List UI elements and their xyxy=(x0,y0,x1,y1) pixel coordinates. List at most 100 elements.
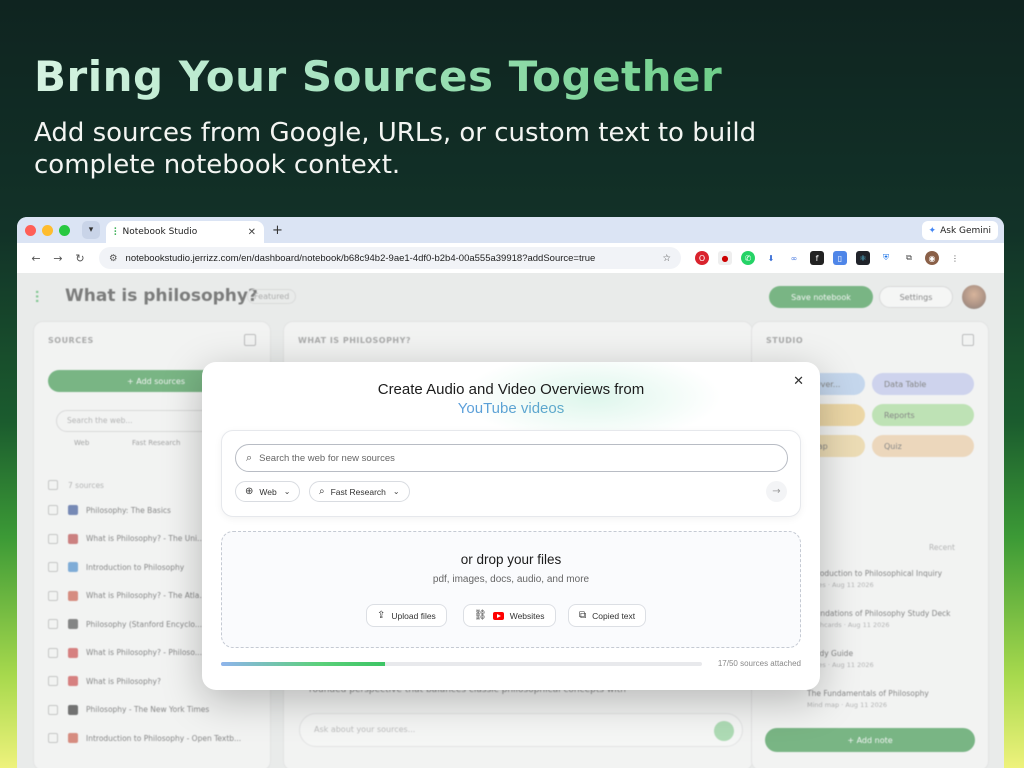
checkbox[interactable] xyxy=(48,533,58,544)
whatsapp-extension-icon[interactable]: ✆ xyxy=(741,251,755,265)
checkbox[interactable] xyxy=(48,733,58,744)
fx-extension-icon[interactable]: f xyxy=(810,251,824,265)
tab-search-button[interactable]: ▾ xyxy=(82,221,100,239)
back-arrow-icon[interactable]: ← xyxy=(25,252,47,265)
gemini-sparkle-icon: ✦ xyxy=(928,225,937,236)
websites-button[interactable]: ⛓ Websites xyxy=(463,604,556,627)
sources-progress-label: 17/50 sources attached xyxy=(717,659,801,668)
url-text: notebookstudio.jerrizz.com/en/dashboard/… xyxy=(125,252,596,264)
source-favicon-icon xyxy=(68,676,78,687)
chevron-down-icon: ⌄ xyxy=(283,487,291,496)
source-label: Introduction to Philosophy xyxy=(86,562,185,572)
new-tab-button[interactable]: + xyxy=(272,223,283,238)
tab-title: Notebook Studio xyxy=(122,227,198,237)
profile-avatar-icon[interactable]: ◉ xyxy=(925,251,939,265)
chevron-down-icon: ⌄ xyxy=(392,487,400,496)
search-icon: ⌕ xyxy=(319,486,325,497)
close-window-button[interactable] xyxy=(25,224,36,236)
web-search-box[interactable]: ⌕ xyxy=(235,444,788,472)
studio-chip-data-table[interactable]: Data Table xyxy=(872,373,974,395)
link-icon: ⛓ xyxy=(474,610,487,621)
note-meta: Mind map · Aug 11 2026 xyxy=(807,701,888,709)
send-button[interactable] xyxy=(714,721,734,741)
studio-note-item[interactable]: Foundations of Philosophy Study Deck Flas… xyxy=(807,609,951,629)
source-favicon-icon xyxy=(68,733,78,744)
sources-web-chip[interactable]: Web xyxy=(74,439,89,447)
add-note-button[interactable]: + Add note xyxy=(765,728,975,752)
checkbox[interactable] xyxy=(48,480,58,490)
submit-search-button[interactable]: → xyxy=(766,481,787,502)
settings-button[interactable]: Settings xyxy=(879,286,953,308)
source-favicon-icon xyxy=(68,704,78,715)
upload-files-button[interactable]: ⇪ Upload files xyxy=(366,604,447,627)
web-source-label: Web xyxy=(259,486,277,497)
chat-input[interactable]: Ask about your sources... xyxy=(299,713,743,747)
checkbox[interactable] xyxy=(48,590,58,601)
select-all-label: 7 sources xyxy=(68,480,104,490)
opera-extension-icon[interactable]: O xyxy=(695,251,709,265)
checkbox[interactable] xyxy=(48,562,58,573)
reload-icon[interactable]: ↻ xyxy=(69,252,91,265)
tab-notebook-studio[interactable]: ⫶ Notebook Studio ✕ xyxy=(106,221,264,243)
note-meta: Flashcards · Aug 11 2026 xyxy=(807,621,890,629)
chevron-down-icon: ▾ xyxy=(88,225,94,235)
checkbox[interactable] xyxy=(48,676,58,687)
chat-input-placeholder: Ask about your sources... xyxy=(314,725,416,734)
shield-extension-icon[interactable]: ⛨ xyxy=(879,251,893,265)
note-title: Foundations of Philosophy Study Deck xyxy=(807,609,951,618)
research-mode-label: Fast Research xyxy=(330,486,386,497)
drop-subtitle: pdf, images, docs, audio, and more xyxy=(432,574,590,585)
sources-research-chip[interactable]: Fast Research xyxy=(132,439,180,447)
sort-dropdown[interactable]: Recent xyxy=(929,543,955,552)
studio-note-item[interactable]: Introduction to Philosophical Inquiry Not… xyxy=(807,569,942,589)
source-favicon-icon xyxy=(68,505,78,516)
add-sources-modal: ✕ Create Audio and Video Overviews from … xyxy=(202,362,820,690)
research-mode-dropdown[interactable]: ⌕ Fast Research ⌄ xyxy=(309,481,410,502)
web-source-dropdown[interactable]: ⊕ Web ⌄ xyxy=(235,481,301,502)
ask-gemini-button[interactable]: ✦ Ask Gemini xyxy=(921,221,998,240)
search-icon: ⌕ xyxy=(246,451,253,464)
address-bar[interactable]: ⚙ notebookstudio.jerrizz.com/en/dashboar… xyxy=(99,247,681,269)
file-drop-zone[interactable]: or drop your files pdf, images, docs, au… xyxy=(221,531,801,648)
copied-text-button[interactable]: ⧉ Copied text xyxy=(568,604,647,627)
close-tab-icon[interactable]: ✕ xyxy=(248,227,256,238)
checkbox[interactable] xyxy=(48,619,58,630)
forward-arrow-icon[interactable]: → xyxy=(47,252,69,265)
web-search-input[interactable] xyxy=(259,452,777,464)
source-label: What is Philosophy? - Philoso... xyxy=(86,648,202,658)
studio-chip-reports[interactable]: Reports xyxy=(872,404,974,426)
featured-badge: Featured xyxy=(247,289,297,304)
react-extension-icon[interactable]: ⚛ xyxy=(856,251,870,265)
site-info-icon[interactable]: ⚙ xyxy=(109,253,118,264)
avatar[interactable] xyxy=(962,285,986,309)
studio-chip-quiz[interactable]: Quiz xyxy=(872,435,974,457)
bookmark-star-icon[interactable]: ☆ xyxy=(662,253,671,264)
arrow-right-icon: → xyxy=(772,486,781,497)
studio-note-item[interactable]: The Fundamentals of Philosophy Mind map ·… xyxy=(807,689,929,709)
list-item[interactable]: Philosophy - The New York Times xyxy=(48,696,268,725)
checkbox[interactable] xyxy=(48,704,58,715)
save-notebook-button[interactable]: Save notebook xyxy=(769,286,873,308)
note-title: The Fundamentals of Philosophy xyxy=(807,689,929,698)
tab-extension-icon[interactable]: ▯ xyxy=(833,251,847,265)
websites-label: Websites xyxy=(509,610,545,621)
collapse-panel-icon[interactable] xyxy=(244,334,256,346)
source-label: Philosophy: The Basics xyxy=(86,505,171,515)
source-label: What is Philosophy? xyxy=(86,676,161,686)
checkbox[interactable] xyxy=(48,505,58,516)
flag-extension-icon[interactable]: ● xyxy=(718,251,732,265)
checkbox[interactable] xyxy=(48,647,58,658)
collapse-panel-icon[interactable] xyxy=(962,334,974,346)
puzzle-extensions-icon[interactable]: ⧉ xyxy=(902,251,916,265)
maximize-window-button[interactable] xyxy=(59,224,70,236)
sources-heading: SOURCES xyxy=(48,336,94,345)
minimize-window-button[interactable] xyxy=(42,224,53,236)
notebook-title: What is philosophy? xyxy=(65,286,258,306)
web-search-card: ⌕ ⊕ Web ⌄ ⌕ Fast Research ⌄ → xyxy=(221,430,801,517)
more-menu-icon[interactable]: ⋮ xyxy=(948,251,962,265)
copy-icon: ⧉ xyxy=(579,610,587,621)
download-extension-icon[interactable]: ⬇ xyxy=(764,251,778,265)
note-meta: Notes · Aug 11 2026 xyxy=(807,581,874,589)
list-item[interactable]: Introduction to Philosophy - Open Textb.… xyxy=(48,724,268,753)
link-extension-icon[interactable]: ∞ xyxy=(787,251,801,265)
